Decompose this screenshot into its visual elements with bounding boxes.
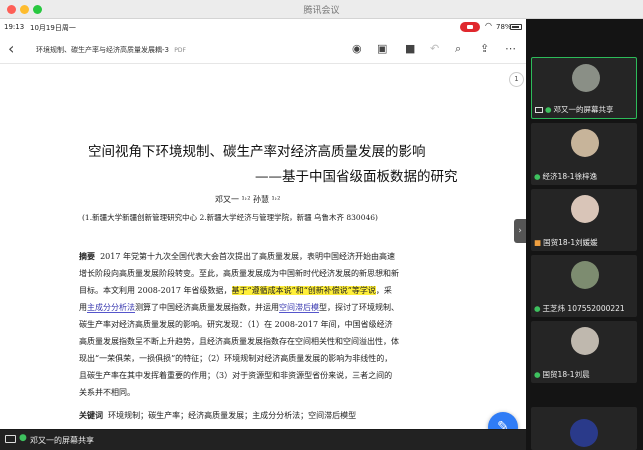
- status-bar: 19:13 10月19日周一 ◠ 78%: [0, 19, 526, 36]
- highlighted-text[interactable]: 基于“遵循成本说”和“创新补偿说”等学说: [231, 286, 376, 295]
- underlined-text[interactable]: 主成分分析法: [87, 303, 135, 313]
- chevron-left-icon[interactable]: ‹: [8, 39, 14, 58]
- collapse-sidebar-button[interactable]: ›: [514, 219, 526, 243]
- abstract-line: 且碳生产率在其中发挥着重要的作用；（3）对于资源型和非资源型省份来说，三者之间的: [79, 371, 393, 380]
- sidebar-icon[interactable]: ▣: [377, 42, 387, 55]
- wifi-icon: ◠: [485, 21, 492, 30]
- abstract-line: 高质量发展指数呈不断上升趋势，且经济高质量发展指数存在空间相关性和空间溢出性，体: [79, 337, 399, 346]
- participant-tile[interactable]: [531, 407, 637, 450]
- document-filename: 环境规制、碳生产率与经济高质量发展耦-3: [36, 46, 169, 54]
- participant-name: 国贸18-1刘晨: [542, 370, 590, 379]
- more-icon[interactable]: ⋯: [505, 42, 516, 55]
- paper-abstract: 摘要 2017 年党第十九次全国代表大会首次提出了高质量发展，表明中国经济开始由…: [79, 248, 449, 401]
- window-title: 腾讯会议: [303, 6, 340, 16]
- abstract-line: 目标。本文利用 2008-2017 年省级数据，: [79, 286, 232, 295]
- participant-name: 国贸18-1刘媛媛: [543, 238, 598, 247]
- participant-tile[interactable]: ● 邓又一的屏幕共享: [531, 57, 637, 119]
- pdf-toolbar: ‹ 环境规制、碳生产率与经济高质量发展耦-3 PDF ◉ ▣ ■ ↶ ⌕ ⇪ ⋯: [0, 36, 526, 64]
- status-date: 10月19日周一: [30, 24, 76, 32]
- participant-name: 王芝炜 107552000221: [542, 304, 625, 313]
- paper-title: 空间视角下环境规制、碳生产率对经济高质量发展的影响: [88, 144, 426, 160]
- avatar: [571, 195, 599, 223]
- bookmark-icon[interactable]: ■: [405, 42, 415, 55]
- abstract-line: 测算了中国经济高质量发展指数，并运用: [135, 303, 279, 312]
- camera-icon[interactable]: ◉: [352, 42, 362, 55]
- paper-authors: 邓又一 ¹˒² 孙慧 ¹˒²: [215, 195, 281, 204]
- participant-tile[interactable]: ● 王芝炜 107552000221: [531, 255, 637, 317]
- document-type: PDF: [174, 47, 186, 54]
- shared-screen: 19:13 10月19日周一 ◠ 78% ‹ 环境规制、碳生产率与经济高质量发展…: [0, 19, 526, 429]
- avatar: [572, 64, 600, 92]
- abstract-line: 用: [79, 303, 87, 312]
- abstract-line: ，采: [375, 286, 392, 295]
- participant-name: 邓又一的屏幕共享: [553, 105, 614, 114]
- avatar: [571, 261, 599, 289]
- status-time: 19:13: [4, 23, 25, 31]
- avatar-badge-icon: ■: [534, 238, 542, 247]
- abstract-line: 关系并不相同。: [79, 388, 135, 397]
- abstract-label: 摘要: [79, 251, 95, 261]
- search-icon[interactable]: ⌕: [455, 42, 461, 56]
- paper-keywords: 关键词 环境规制；碳生产率；经济高质量发展；主成分分析法；空间滞后模型: [79, 410, 356, 421]
- mic-icon: ●: [545, 105, 552, 114]
- mic-icon: ●: [19, 433, 27, 443]
- screen-share-bar: ● 邓又一的屏幕共享: [0, 430, 526, 450]
- abstract-line: 增长阶段向高质量发展阶段转变。至此，高质量发展成为中国新时代经济发展的新思想和新: [79, 269, 399, 278]
- avatar: [571, 129, 599, 157]
- undo-icon[interactable]: ↶: [430, 42, 439, 55]
- paper-affiliation: (1.新疆大学新疆创新管理研究中心 2.新疆大学经济与管理学院，新疆 乌鲁木齐 …: [82, 213, 378, 222]
- abstract-line: 碳生产率对经济高质量发展的影响。研究发现：（1）在 2008-2017 年间，中…: [79, 320, 393, 329]
- document-title: 环境规制、碳生产率与经济高质量发展耦-3 PDF: [36, 45, 186, 55]
- mic-icon: ●: [534, 370, 541, 379]
- battery-icon: [510, 24, 522, 30]
- mic-icon: ●: [534, 304, 541, 313]
- underlined-text[interactable]: 空间滞后模: [279, 303, 319, 313]
- keywords-text: 环境规制；碳生产率；经济高质量发展；主成分分析法；空间滞后模型: [108, 411, 357, 420]
- avatar: [570, 419, 598, 447]
- participant-sidebar: ● 邓又一的屏幕共享 ● 经济18-1徐梓逸 ■ 国贸18-1刘媛媛 ● 王芝炜 107…: [526, 19, 643, 450]
- abstract-line: 2017 年党第十九次全国代表大会首次提出了高质量发展，表明中国经济开始由高速: [100, 252, 395, 261]
- participant-tile[interactable]: ■ 国贸18-1刘媛媛: [531, 189, 637, 251]
- recording-indicator-icon: [460, 22, 480, 32]
- avatar: [571, 327, 599, 355]
- abstract-line: 现出“一荣俱荣，一损俱损”的特征；（2）环境规制对经济高质量发展的影响为非线性的…: [79, 354, 393, 363]
- participant-name: 经济18-1徐梓逸: [542, 172, 598, 181]
- participant-tile[interactable]: ● 经济18-1徐梓逸: [531, 123, 637, 185]
- share-icon[interactable]: ⇪: [480, 42, 489, 55]
- page-number-badge[interactable]: 1: [509, 72, 524, 87]
- abstract-line: 型，探讨了环境规制、: [319, 303, 399, 312]
- paper-subtitle: ——基于中国省级面板数据的研究: [255, 169, 458, 185]
- mic-icon: ●: [534, 172, 541, 181]
- screen-share-label: 邓又一的屏幕共享: [30, 436, 94, 445]
- window-titlebar: 腾讯会议: [0, 0, 643, 19]
- participant-tile[interactable]: ● 国贸18-1刘晨: [531, 321, 637, 383]
- screen-share-icon: [5, 435, 16, 443]
- pdf-page[interactable]: 1 空间视角下环境规制、碳生产率对经济高质量发展的影响 ——基于中国省级面板数据…: [0, 65, 526, 429]
- screen-share-icon: [535, 107, 543, 113]
- keywords-label: 关键词: [79, 410, 103, 420]
